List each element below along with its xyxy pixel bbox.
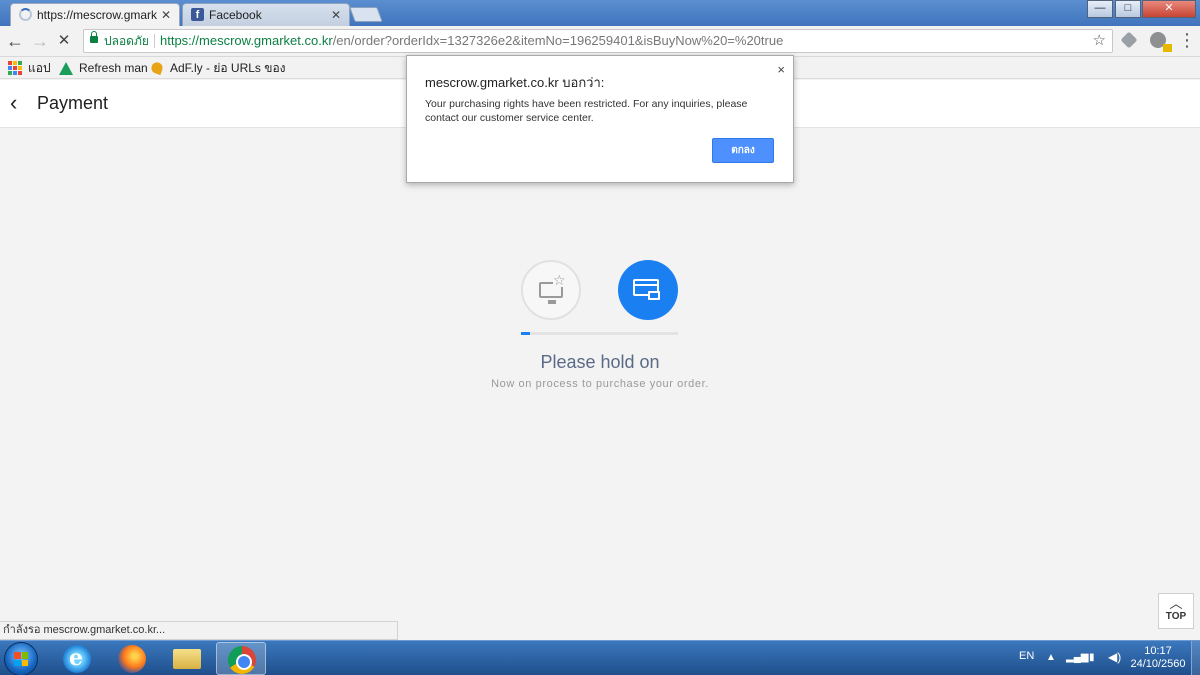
ok-button[interactable]: ตกลง	[712, 138, 774, 163]
top-label: TOP	[1165, 611, 1187, 622]
tab-title: https://mescrow.gmarket	[37, 8, 157, 22]
window-close-button[interactable]: ✕	[1142, 0, 1196, 18]
omnibox-divider	[154, 34, 155, 48]
hold-subtitle: Now on process to purchase your order.	[491, 378, 709, 390]
close-icon[interactable]: ×	[777, 62, 785, 77]
progress-fill	[521, 332, 531, 335]
taskbar-chrome[interactable]	[216, 642, 266, 675]
bookmark-label: แอป	[28, 61, 51, 75]
system-clock[interactable]: 10:17 24/10/2560	[1128, 645, 1188, 671]
payment-content: ☆ Please hold on Now on process to purch…	[0, 129, 1200, 621]
clock-time: 10:17	[1144, 645, 1172, 657]
new-tab-button[interactable]	[349, 7, 383, 22]
bookmark-adfly[interactable]: AdF.ly - ย่อ URLs ของ	[149, 60, 286, 76]
show-hidden-icons[interactable]: ▲	[1046, 652, 1056, 663]
drive-icon	[59, 61, 73, 75]
dialog-title: mescrow.gmarket.co.kr บอกว่า:	[425, 75, 605, 90]
url-host: mescrow.gmarket.co.kr	[199, 33, 333, 48]
tab-close-icon[interactable]: ✕	[331, 4, 341, 26]
taskbar-internet-explorer[interactable]: e	[52, 642, 102, 675]
url-path: /en/order?orderIdx=1327326e2&itemNo=1962…	[332, 33, 784, 48]
language-indicator[interactable]: EN	[1019, 650, 1034, 662]
step-order-confirmed: ☆	[521, 260, 581, 320]
chrome-icon	[228, 646, 256, 674]
stop-loading-button[interactable]: ✕	[54, 31, 74, 51]
network-signal-icon[interactable]: ▂▄▆	[1066, 652, 1088, 663]
forward-button[interactable]: →	[30, 31, 50, 51]
clock-date: 24/10/2560	[1130, 658, 1186, 670]
bookmark-label: AdF.ly - ย่อ URLs ของ	[170, 61, 286, 75]
extension-icon[interactable]	[1150, 32, 1172, 52]
alert-dialog: mescrow.gmarket.co.kr บอกว่า: × Your pur…	[406, 55, 794, 183]
internet-explorer-icon: e	[63, 645, 91, 673]
url-scheme: https://	[160, 33, 200, 48]
bookmark-label: Refresh man	[79, 61, 148, 75]
secure-label: ปลอดภัย	[104, 34, 149, 48]
dialog-message: Your purchasing rights have been restric…	[425, 98, 748, 124]
battery-icon[interactable]: ▮	[1089, 652, 1095, 663]
bookmark-refresh-man[interactable]: Refresh man	[59, 60, 148, 76]
address-bar[interactable]: ปลอดภัย https://mescrow.gmarket.co.kr/en…	[83, 29, 1113, 53]
apps-grid-icon	[8, 61, 22, 75]
back-button[interactable]: ←	[5, 31, 25, 51]
lock-icon	[90, 31, 98, 43]
facebook-icon: f	[191, 8, 204, 21]
windows-logo-icon	[14, 652, 28, 666]
folder-icon	[173, 649, 201, 669]
tab-strip: https://mescrow.gmarket ✕ f Facebook ✕ —…	[0, 0, 1200, 26]
volume-icon[interactable]: ◀)	[1108, 650, 1121, 664]
bookmark-star-icon[interactable]: ☆	[1093, 30, 1106, 52]
tab-mescrow[interactable]: https://mescrow.gmarket ✕	[10, 3, 180, 26]
browser-menu-icon[interactable]: ⋮	[1178, 31, 1196, 49]
star-icon: ☆	[553, 272, 566, 288]
chevron-up-icon: ︿	[1169, 596, 1183, 611]
taskbar-firefox[interactable]	[107, 642, 157, 675]
show-desktop-button[interactable]	[1191, 641, 1200, 675]
tab-close-icon[interactable]: ✕	[161, 4, 171, 26]
extension-badge	[1163, 44, 1172, 52]
progress-bar	[521, 332, 678, 335]
taskbar-file-explorer[interactable]	[162, 642, 212, 675]
extension-icon[interactable]	[1120, 31, 1138, 49]
scroll-top-button[interactable]: ︿ TOP	[1158, 593, 1194, 629]
tab-facebook[interactable]: f Facebook ✕	[182, 3, 350, 26]
browser-toolbar: ← → ✕ ปลอดภัย https://mescrow.gmarket.co…	[0, 26, 1200, 57]
firefox-icon	[118, 645, 146, 673]
start-button[interactable]	[4, 642, 38, 675]
minimize-button[interactable]: —	[1087, 0, 1113, 18]
back-chevron-icon[interactable]: ‹	[10, 91, 17, 115]
maximize-button[interactable]: □	[1115, 0, 1141, 18]
loading-spinner-icon	[19, 8, 32, 21]
hold-title: Please hold on	[540, 352, 660, 372]
status-bubble: กำลังรอ mescrow.gmarket.co.kr...	[0, 621, 398, 640]
url-text: https://mescrow.gmarket.co.kr/en/order?o…	[160, 30, 783, 52]
page-title: Payment	[37, 93, 109, 113]
windows-taskbar: e EN ▲ ▂▄▆ ▮ ◀) 10:17 24/10/2560	[0, 640, 1200, 675]
lock-icon	[648, 291, 660, 300]
tab-title: Facebook	[209, 8, 262, 22]
adfly-icon	[149, 60, 165, 76]
bookmark-apps[interactable]: แอป	[8, 60, 51, 76]
step-payment-active	[618, 260, 678, 320]
